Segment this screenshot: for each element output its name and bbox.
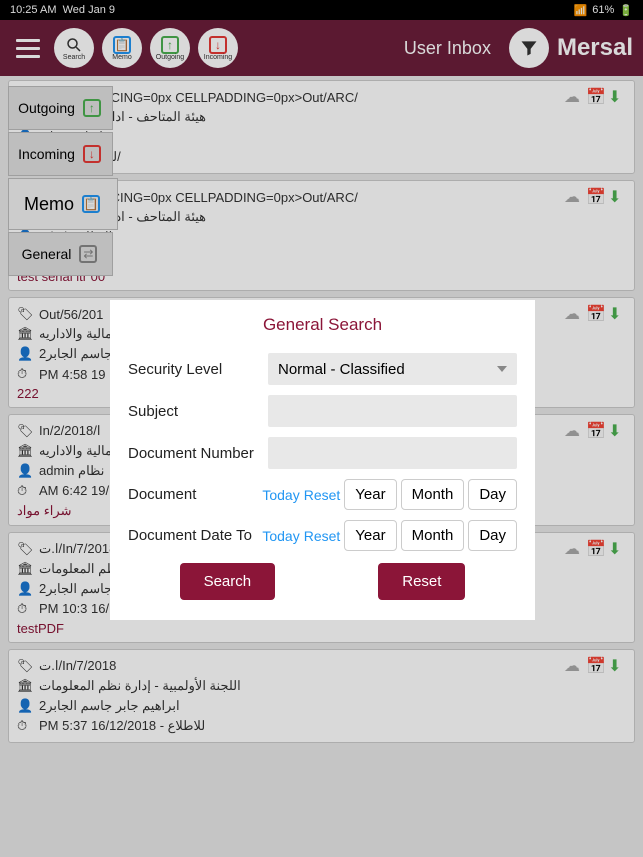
security-level-label: Security Level (128, 361, 268, 378)
doc-number-input[interactable] (268, 437, 517, 469)
security-level-select[interactable]: Normal - Classified (268, 353, 517, 385)
doc-date-to-label: Document Date To (128, 527, 262, 544)
modal-title: General Search (128, 315, 517, 335)
subject-input[interactable] (268, 395, 517, 427)
doc-number-label: Document Number (128, 445, 268, 462)
reset-link-to[interactable]: Reset (304, 528, 341, 544)
year-from[interactable]: Year (344, 479, 396, 510)
search-button[interactable]: Search (180, 563, 276, 600)
doc-date-label: Document (128, 486, 262, 503)
day-from[interactable]: Day (468, 479, 517, 510)
today-link-from[interactable]: Today (262, 487, 299, 503)
reset-button[interactable]: Reset (378, 563, 465, 600)
general-search-modal: General Search Security Level Normal - C… (110, 300, 535, 620)
today-link-to[interactable]: Today (262, 528, 299, 544)
month-to[interactable]: Month (401, 520, 465, 551)
day-to[interactable]: Day (468, 520, 517, 551)
reset-link-from[interactable]: Reset (304, 487, 341, 503)
year-to[interactable]: Year (344, 520, 396, 551)
chevron-down-icon (497, 366, 507, 372)
subject-label: Subject (128, 403, 268, 420)
month-from[interactable]: Month (401, 479, 465, 510)
